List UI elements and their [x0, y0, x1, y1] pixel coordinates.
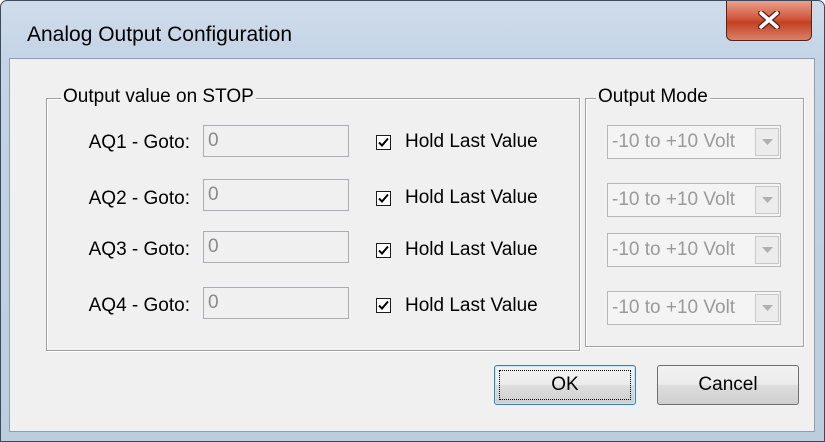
aq3-label: AQ3 - Goto:: [88, 239, 190, 260]
aq4-label: AQ4 - Goto:: [88, 295, 190, 316]
aq3-goto-input[interactable]: [203, 231, 349, 263]
aq3-hold-checkbox[interactable]: [376, 243, 391, 258]
cancel-button[interactable]: Cancel: [657, 365, 799, 405]
window-title: Analog Output Configuration: [27, 23, 293, 46]
aq2-hold-checkbox[interactable]: [376, 191, 391, 206]
aq3-mode-value: -10 to +10 Volt: [612, 239, 736, 260]
aq4-mode-select[interactable]: -10 to +10 Volt: [607, 291, 781, 325]
aq2-hold-label[interactable]: Hold Last Value: [405, 187, 538, 209]
chevron-down-icon[interactable]: [755, 128, 779, 156]
dialog-window: Analog Output Configuration Output value…: [0, 0, 825, 442]
aq3-hold-label[interactable]: Hold Last Value: [405, 239, 538, 261]
focus-ring: [499, 370, 631, 400]
chevron-down-icon[interactable]: [755, 294, 779, 322]
aq4-goto-input[interactable]: [203, 287, 349, 319]
aq1-goto-input[interactable]: [203, 125, 349, 157]
close-button[interactable]: [726, 1, 812, 41]
chevron-down-icon[interactable]: [755, 236, 779, 264]
cancel-button-label: Cancel: [698, 374, 758, 395]
mode-group-title: Output Mode: [596, 86, 710, 108]
aq2-goto-input[interactable]: [203, 179, 349, 211]
aq4-hold-checkbox[interactable]: [376, 298, 391, 313]
aq4-hold-label[interactable]: Hold Last Value: [405, 295, 538, 317]
aq4-mode-value: -10 to +10 Volt: [612, 297, 736, 318]
dialog-client-area: Output value on STOP Output Mode AQ1 - G…: [9, 58, 815, 432]
stop-group-title: Output value on STOP: [61, 86, 256, 108]
aq1-mode-value: -10 to +10 Volt: [612, 131, 736, 152]
aq2-mode-select[interactable]: -10 to +10 Volt: [607, 183, 781, 217]
aq2-mode-value: -10 to +10 Volt: [612, 189, 736, 210]
aq1-label: AQ1 - Goto:: [88, 132, 190, 153]
aq2-label: AQ2 - Goto:: [88, 188, 190, 209]
ok-button[interactable]: OK: [494, 365, 636, 405]
chevron-down-icon[interactable]: [755, 186, 779, 214]
aq1-hold-label[interactable]: Hold Last Value: [405, 131, 538, 153]
aq1-hold-checkbox[interactable]: [376, 135, 391, 150]
title-bar[interactable]: Analog Output Configuration: [1, 1, 824, 59]
aq3-mode-select[interactable]: -10 to +10 Volt: [607, 233, 781, 267]
aq1-mode-select[interactable]: -10 to +10 Volt: [607, 125, 781, 159]
